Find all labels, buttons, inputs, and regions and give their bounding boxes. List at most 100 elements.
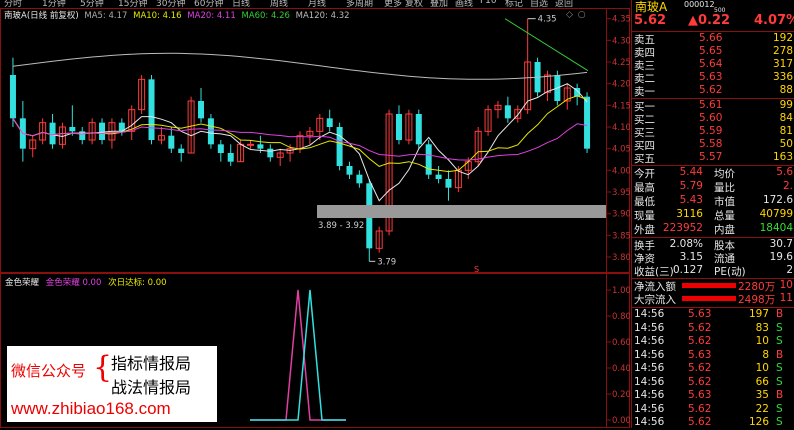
high-label: 4.35 <box>538 15 557 25</box>
indicator-axis-label: 1.00 <box>612 286 630 296</box>
tick-side: S <box>776 375 783 388</box>
indicator-axis-label: 0.80 <box>612 312 630 322</box>
gap-band <box>317 205 606 218</box>
ask-volume: 336 <box>772 71 793 83</box>
stat-label: 外盘 <box>634 224 655 236</box>
indicator-line <box>250 289 346 421</box>
candle-body <box>425 144 432 175</box>
ask-volume: 88 <box>779 84 793 96</box>
candle-body <box>395 114 402 140</box>
stat-value: 0.127 <box>672 264 703 276</box>
bid-price: 5.59 <box>699 125 723 137</box>
ask-price: 5.65 <box>699 45 723 57</box>
chart-controls[interactable]: ◇ ○ <box>566 10 586 20</box>
gap-label: 3.89 - 3.92 <box>318 221 364 231</box>
quote-header: 南玻A 000012 500 <box>632 0 794 14</box>
stat-value: 223952 <box>662 222 703 234</box>
ask-level-row[interactable]: 卖二 5.63 336 <box>632 71 794 85</box>
watermark: 微信公众号 { 指标情报局 战法情报局 www.zhibiao168.com <box>7 346 217 422</box>
indicator-value: 0.00 <box>82 278 102 288</box>
tick-side: B <box>776 389 784 401</box>
quote-panel: 南玻A 000012 500 5.62 ▲0.22 4.07% 卖五 5.66 … <box>631 0 794 428</box>
indicator-axis-label: 0.00 <box>612 416 630 426</box>
stock-title: 南玻A(日线 前复权) <box>4 11 79 21</box>
stat-label: 收益(三) <box>634 266 674 278</box>
flow-value: 2498万 <box>738 294 776 306</box>
candle-body <box>198 101 205 119</box>
candle-body <box>49 122 56 145</box>
bid-price: 5.61 <box>699 99 723 111</box>
stat-label: 总量 <box>714 210 735 222</box>
stat-row: 换手 2.08% 股本 30.7 <box>632 238 794 252</box>
flow-extra: 11 <box>779 292 793 304</box>
candle-body <box>257 144 264 149</box>
signal-marker: S <box>474 265 479 274</box>
stat-label: 今开 <box>634 168 655 180</box>
tick-row: 14:56 5.62 66 S <box>632 376 794 390</box>
tick-side: S <box>776 362 783 374</box>
indicator-legend: 金色荣耀 金色荣耀 0.00 次日达标: 0.00 <box>5 276 167 288</box>
diamond-icon[interactable]: ◇ <box>566 10 573 20</box>
tick-price: 5.62 <box>688 402 712 415</box>
bid-price: 5.58 <box>699 138 723 150</box>
ask-level-row[interactable]: 卖四 5.65 278 <box>632 45 794 59</box>
bid-level-row[interactable]: 买二 5.60 84 <box>632 112 794 126</box>
indicator-line <box>250 289 346 421</box>
candle-body <box>346 166 353 175</box>
stat-row: 最低 5.43 市值 172.6 <box>632 194 794 208</box>
bid-level-row[interactable]: 买三 5.59 81 <box>632 125 794 139</box>
watermark-right-bottom: 战法情报局 <box>111 378 192 397</box>
settings-icon[interactable]: ○ <box>578 10 586 20</box>
stat-label: PE(动) <box>714 266 746 278</box>
tick-time: 14:56 <box>634 321 665 334</box>
candle-body <box>326 118 333 127</box>
ask-volume: 192 <box>772 32 793 44</box>
tick-side: S <box>776 416 783 428</box>
tick-price: 5.62 <box>688 321 712 334</box>
ma60-label: MA60: 4.26 <box>241 11 290 21</box>
watermark-right-top: 指标情报局 <box>111 354 192 373</box>
stat-value: 2 <box>786 264 793 276</box>
ask-level-row[interactable]: 卖三 5.64 317 <box>632 58 794 72</box>
indicator-axis-label: 0.20 <box>612 390 630 400</box>
stat-row: 外盘 223952 内盘 18404 <box>632 222 794 236</box>
quote-price-row: 5.62 ▲0.22 4.07% <box>632 13 794 31</box>
stat-value: 40799 <box>759 208 793 220</box>
stock-code: 000012 <box>684 0 715 9</box>
flow-label: 大宗流入 <box>634 294 676 306</box>
tick-row: 14:56 5.62 10 S <box>632 362 794 376</box>
tick-volume: 83 <box>755 321 769 334</box>
price-axis-label: 4.15 <box>612 101 630 111</box>
ask-level-row[interactable]: 卖五 5.66 192 <box>632 32 794 46</box>
stat-value: 5.43 <box>679 194 703 206</box>
tick-row: 14:56 5.62 22 S <box>632 403 794 417</box>
brace-icon: { <box>93 350 113 385</box>
bid-level-row[interactable]: 买五 5.57 163 <box>632 151 794 165</box>
ma10-label: MA10: 4.16 <box>133 11 182 21</box>
tick-side: S <box>776 402 783 415</box>
stat-label: 最高 <box>634 182 655 194</box>
tick-volume: 66 <box>755 375 769 388</box>
ask-price: 5.66 <box>699 32 723 44</box>
ask-price: 5.63 <box>699 71 723 83</box>
ask-volume: 317 <box>772 58 793 70</box>
tick-price: 5.62 <box>688 416 712 428</box>
ask-level-row[interactable]: 卖一 5.62 88 <box>632 84 794 98</box>
ask-price: 5.62 <box>699 84 723 96</box>
stat-value: 2. <box>782 180 793 192</box>
candle-body <box>504 105 511 119</box>
stat-value: 5.44 <box>679 166 703 178</box>
candle-body <box>584 96 591 149</box>
bid-level-row[interactable]: 买四 5.58 50 <box>632 138 794 152</box>
tick-price: 5.62 <box>688 362 712 374</box>
tick-volume: 10 <box>755 335 769 347</box>
flow-row: 净流入额 2280万 10 <box>632 279 794 293</box>
price-axis-label: 4.35 <box>612 15 630 25</box>
candle-body <box>445 179 452 188</box>
tick-price: 5.62 <box>688 335 712 347</box>
bid-level-row[interactable]: 买一 5.61 99 <box>632 99 794 113</box>
tick-volume: 22 <box>755 402 769 415</box>
flow-bar <box>682 296 736 301</box>
flow-bar <box>682 283 736 288</box>
stat-label: 最低 <box>634 196 655 208</box>
